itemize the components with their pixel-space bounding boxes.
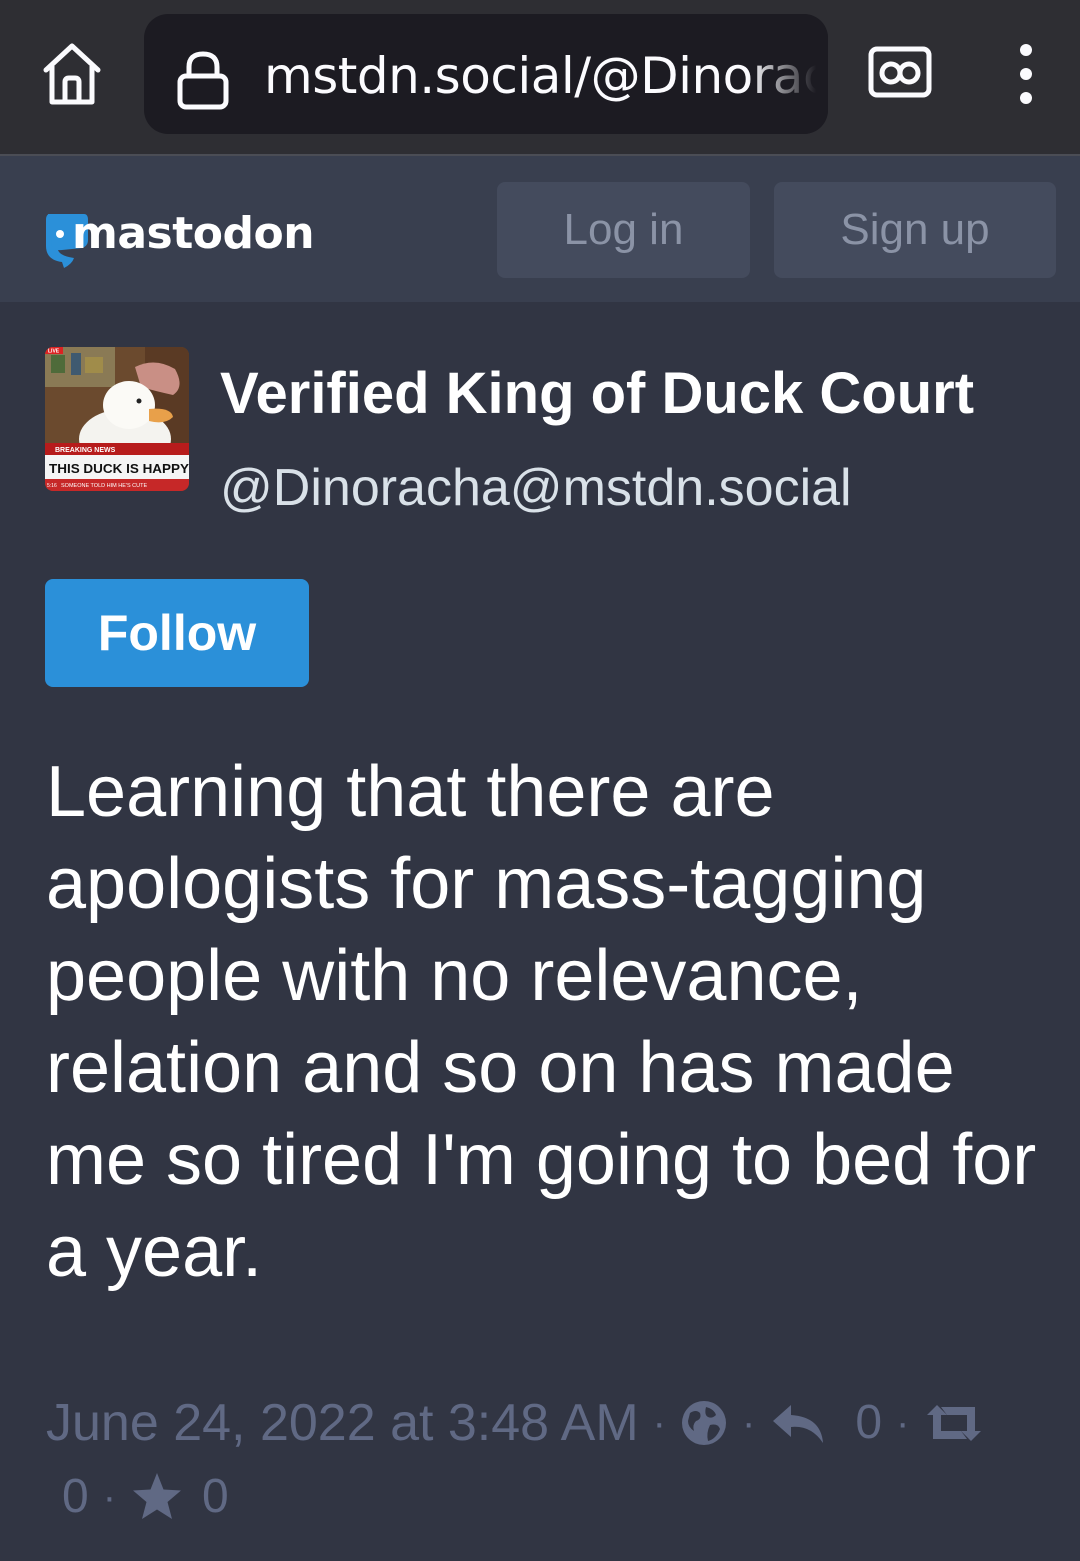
separator: · — [742, 1401, 756, 1445]
url-fade — [748, 14, 828, 134]
post-timestamp[interactable]: June 24, 2022 at 3:48 AM — [46, 1386, 639, 1460]
avatar-time-text: 5:16 — [47, 483, 57, 489]
avatar-live-label: LIVE — [48, 349, 60, 355]
avatar[interactable]: LIVE BREAKING NEWS THIS DUCK IS HAPPY 5:… — [45, 347, 189, 491]
separator: · — [652, 1401, 666, 1445]
mastodon-logo[interactable]: mastodon — [44, 204, 315, 274]
reply-icon[interactable] — [769, 1399, 829, 1447]
reader-mode-icon[interactable] — [868, 46, 932, 100]
avatar-ticker-text: SOMEONE TOLD HIM HE'S CUTE — [61, 483, 147, 489]
avatar-headline-text: THIS DUCK IS HAPPY — [49, 461, 189, 476]
kebab-menu-icon[interactable] — [1000, 40, 1052, 108]
avatar-banner-text: BREAKING NEWS — [55, 447, 116, 454]
post-meta-row-2: 0 · 0 — [46, 1460, 1046, 1534]
url-text[interactable]: mstdn.social/@Dinoracha — [264, 44, 824, 108]
account-handle: @Dinoracha@mstdn.social — [220, 459, 852, 517]
reply-count: 0 — [855, 1396, 883, 1449]
post-meta: June 24, 2022 at 3:48 AM · · 0 · 0 · 0 — [46, 1386, 1046, 1534]
logo-text: mastodon — [72, 207, 315, 259]
site-header: mastodon Log in Sign up — [0, 156, 1080, 302]
follow-button[interactable]: Follow — [45, 579, 309, 687]
duck-avatar-image: LIVE BREAKING NEWS THIS DUCK IS HAPPY 5:… — [45, 347, 189, 491]
separator: · — [102, 1475, 117, 1519]
browser-toolbar: mstdn.social/@Dinoracha — [0, 0, 1080, 156]
url-bar[interactable]: mstdn.social/@Dinoracha — [144, 14, 828, 134]
favourite-count: 0 — [202, 1470, 229, 1523]
star-icon[interactable] — [130, 1471, 184, 1523]
boost-count: 0 — [62, 1470, 89, 1523]
post-meta-row-1: June 24, 2022 at 3:48 AM · · 0 · — [46, 1386, 1046, 1460]
display-name[interactable]: Verified King of Duck Court — [220, 360, 1060, 428]
home-icon[interactable] — [40, 40, 104, 108]
boost-icon[interactable] — [923, 1399, 985, 1447]
separator: · — [896, 1401, 910, 1445]
globe-icon — [682, 1401, 726, 1445]
post-content: Learning that there are apologists for m… — [46, 752, 1037, 1292]
lock-icon[interactable] — [176, 50, 230, 110]
signup-button[interactable]: Sign up — [774, 182, 1056, 278]
login-button[interactable]: Log in — [497, 182, 750, 278]
